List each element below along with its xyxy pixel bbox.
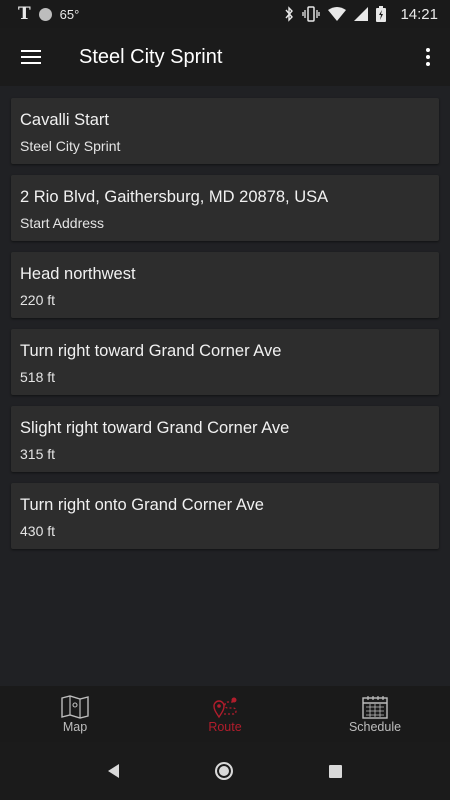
nav-schedule-label: Schedule [348,719,402,734]
route-step-list: Cavalli Start Steel City Sprint 2 Rio Bl… [11,98,439,560]
vibrate-icon [302,6,321,22]
step-subtitle: 518 ft [20,369,56,385]
back-icon[interactable] [108,764,119,778]
status-bar: T 65° 14:21 [0,0,450,28]
list-item[interactable]: Turn right onto Grand Corner Ave 430 ft [11,483,439,549]
list-item[interactable]: Turn right toward Grand Corner Ave 518 f… [11,329,439,395]
step-subtitle: Steel City Sprint [20,138,121,154]
signal-icon [354,7,369,21]
overflow-menu-icon[interactable] [406,28,450,86]
step-subtitle: Start Address [20,215,105,231]
app-bar: Steel City Sprint [0,28,450,86]
map-icon [61,694,89,719]
nav-route[interactable]: Route [150,695,300,734]
nav-map-label: Map [62,719,88,734]
temperature: 65° [59,6,80,22]
carrier-icon: T [18,4,31,24]
battery-icon [376,6,387,22]
step-title: Slight right toward Grand Corner Ave [20,419,290,437]
step-subtitle: 315 ft [20,446,56,462]
route-icon [213,697,237,718]
home-icon[interactable] [215,762,233,780]
step-title: Turn right toward Grand Corner Ave [20,342,282,360]
bluetooth-icon [285,6,294,22]
step-title: 2 Rio Blvd, Gaithersburg, MD 20878, USA [20,188,329,206]
list-item[interactable]: Head northwest 220 ft [11,252,439,318]
step-title: Head northwest [20,265,136,283]
step-subtitle: 430 ft [20,523,56,539]
menu-button[interactable] [0,28,62,86]
system-navigation-bar [0,742,450,800]
calendar-icon [362,695,388,719]
list-item[interactable]: Cavalli Start Steel City Sprint [11,98,439,164]
clock: 14:21 [400,5,438,23]
recent-apps-icon[interactable] [329,764,342,778]
notification-dot-icon [38,7,52,21]
step-subtitle: 220 ft [20,292,56,308]
nav-route-label: Route [208,719,242,734]
step-title: Turn right onto Grand Corner Ave [20,496,264,514]
wifi-icon [328,7,347,21]
nav-map[interactable]: Map [0,694,150,734]
hamburger-icon [21,50,41,64]
list-item[interactable]: 2 Rio Blvd, Gaithersburg, MD 20878, USA … [11,175,439,241]
step-title: Cavalli Start [20,111,109,129]
bottom-navigation: Map Route Schedule [0,686,450,742]
nav-schedule[interactable]: Schedule [300,695,450,734]
list-item[interactable]: Slight right toward Grand Corner Ave 315… [11,406,439,472]
page-title: Steel City Sprint [79,45,223,68]
